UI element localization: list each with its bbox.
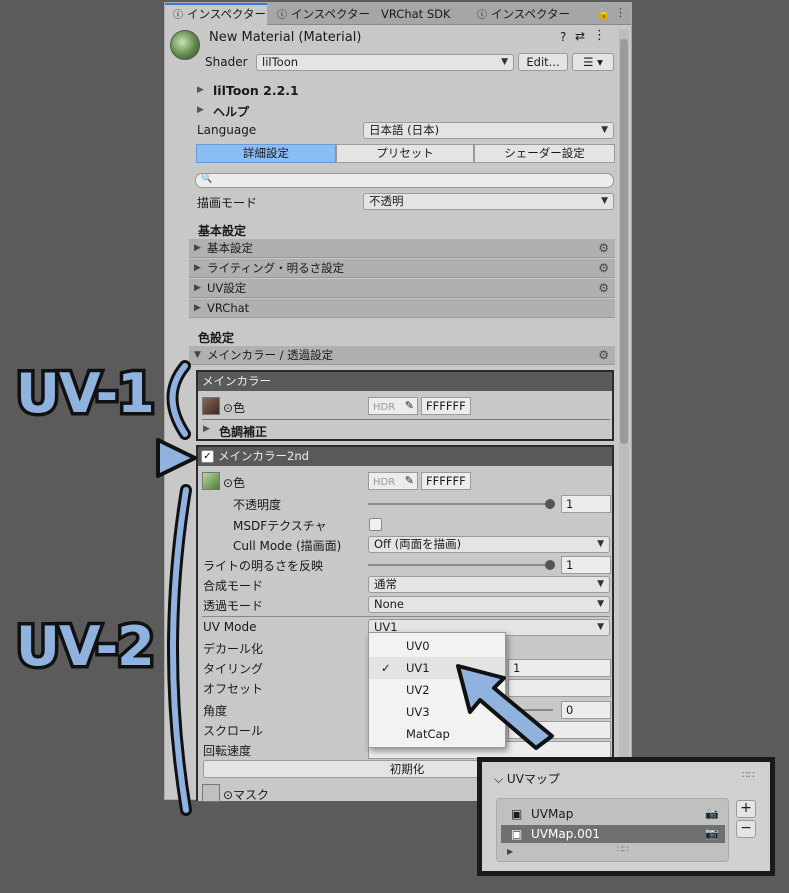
uvmap-item-selected[interactable]: ▣ UVMap.001 📷 <box>501 825 725 843</box>
uvmap-panel: ⌵ UVマップ ∷∷ ▣ UVMap 📷 ▣ UVMap.001 📷 ▶ ∷∷ + … <box>477 757 775 876</box>
uvmap-item[interactable]: ▣ UVMap 📷 <box>501 805 725 823</box>
uvmap-header[interactable]: ⌵ UVマップ <box>494 770 560 787</box>
uvmap-inner: ⌵ UVマップ ∷∷ ▣ UVMap 📷 ▣ UVMap.001 📷 ▶ ∷∷ + … <box>482 762 770 871</box>
remove-uvmap-button[interactable]: − <box>736 820 756 838</box>
uv-grid-icon: ▣ <box>511 807 523 821</box>
arrow-pointer-icon <box>456 664 554 750</box>
camera-icon[interactable]: 📷 <box>705 825 719 843</box>
collapsed-arrow-icon[interactable]: ▶ <box>507 847 513 856</box>
label-uv1: UV-1 <box>13 359 159 429</box>
camera-icon[interactable]: 📷 <box>705 805 719 823</box>
resize-grip-icon[interactable]: ∷∷ <box>617 845 628 855</box>
pointer-triangle-icon <box>156 438 197 478</box>
uvmap-list: ▣ UVMap 📷 ▣ UVMap.001 📷 ▶ ∷∷ <box>496 798 729 862</box>
chevron-down-icon: ⌵ <box>494 772 507 786</box>
grip-icon[interactable]: ∷∷ <box>742 770 755 781</box>
label-uv2: UV-2 <box>13 612 159 682</box>
uv-grid-icon: ▣ <box>511 827 523 841</box>
add-uvmap-button[interactable]: + <box>736 800 756 818</box>
